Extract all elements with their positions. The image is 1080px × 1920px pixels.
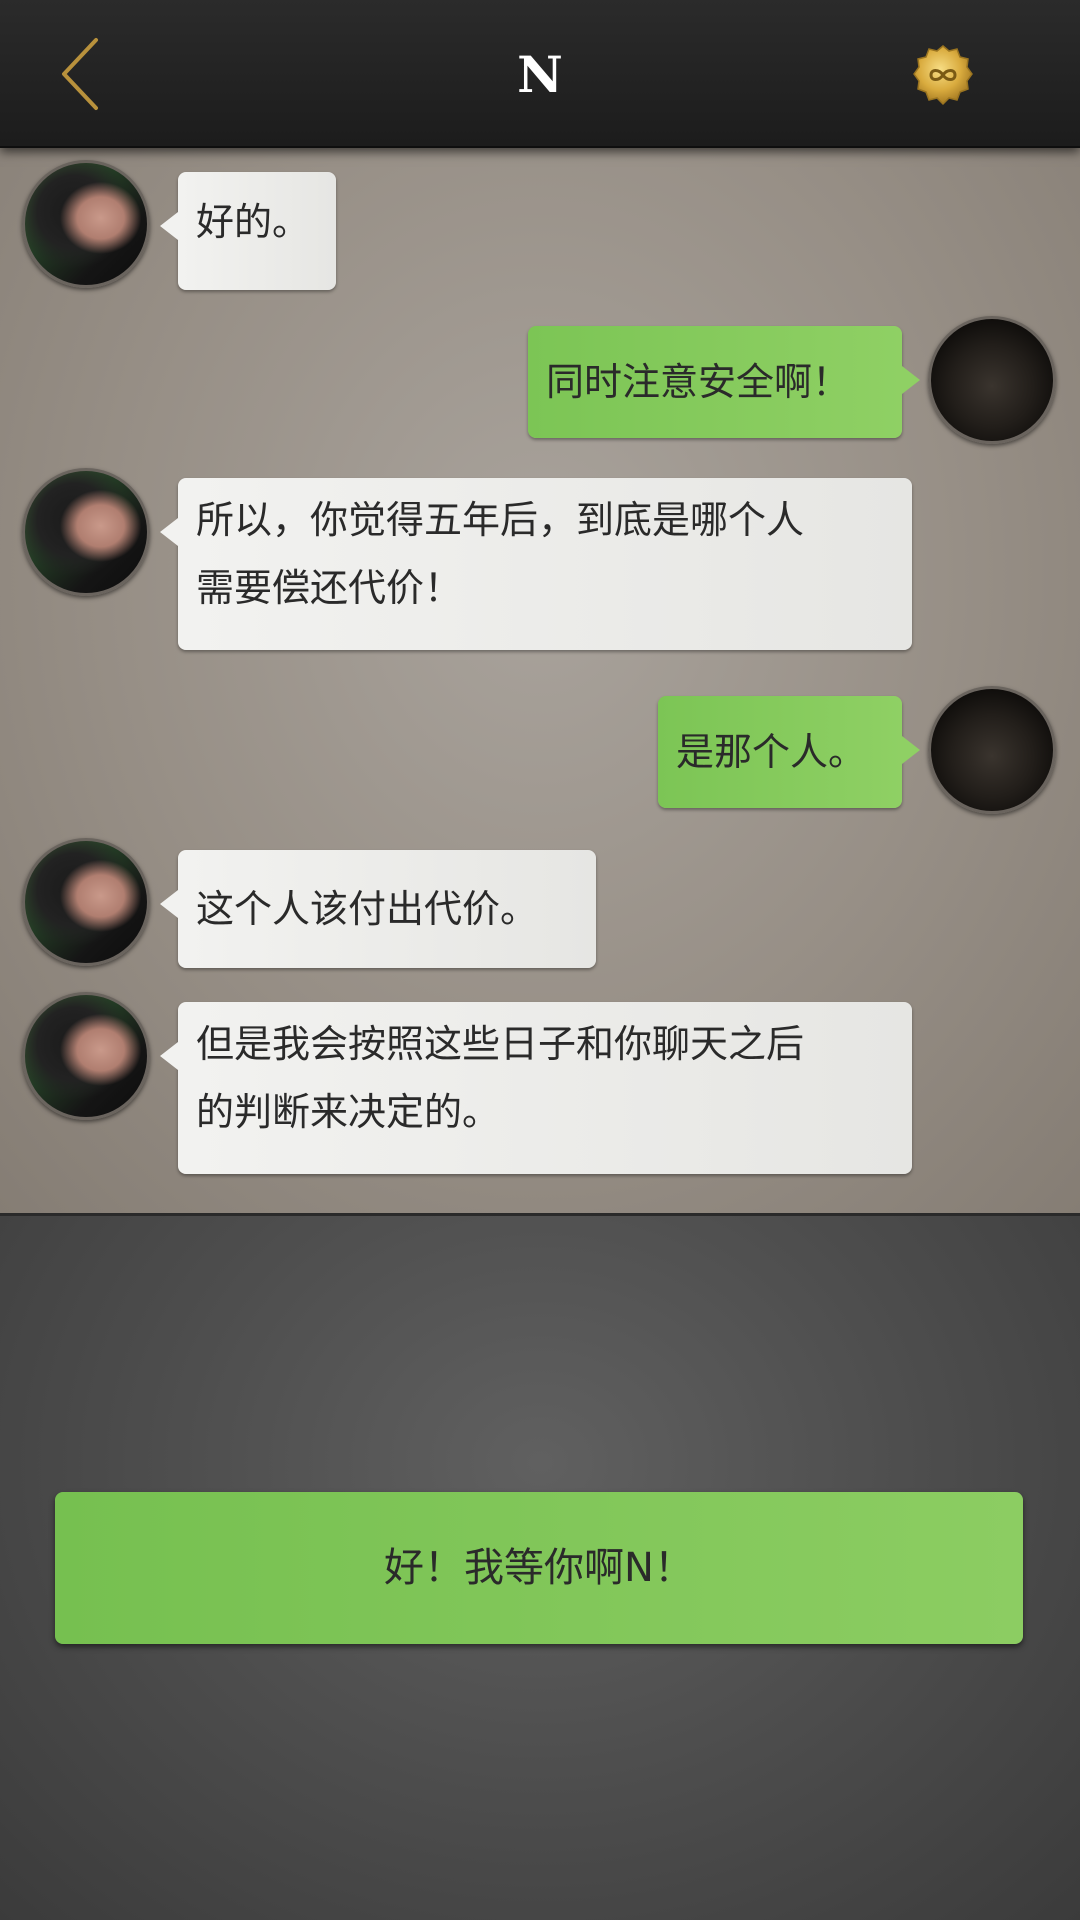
chat-message-list[interactable]: 好的。 同时注意安全啊！ 所以，你觉得五年后，到底是哪个人 需要偿还代价！ 是那…: [0, 148, 1080, 1216]
message-bubble-incoming: 所以，你觉得五年后，到底是哪个人 需要偿还代价！: [160, 478, 912, 650]
message-text: 好的。: [196, 200, 311, 244]
message-text: 这个人该付出代价。: [196, 887, 539, 931]
message-bubble-outgoing: 是那个人。: [658, 696, 920, 808]
message-bubble-incoming: 但是我会按照这些日子和你聊天之后 的判断来决定的。: [160, 1002, 912, 1174]
avatar-n[interactable]: [22, 468, 150, 596]
avatar-n[interactable]: [22, 992, 150, 1120]
infinity-icon: [913, 45, 973, 106]
message-text: 是那个人。: [676, 730, 867, 774]
message-bubble-incoming: 这个人该付出代价。: [160, 850, 596, 968]
message-text-line: 的判断来决定的。: [196, 1090, 501, 1134]
avatar-me[interactable]: [928, 686, 1056, 814]
message-text-line: 但是我会按照这些日子和你聊天之后: [196, 1022, 805, 1066]
message-text: 同时注意安全啊！: [546, 360, 851, 404]
avatar-n[interactable]: [22, 838, 150, 966]
message-bubble-incoming: 好的。: [160, 172, 336, 290]
top-bar: N: [0, 0, 1080, 148]
message-bubble-outgoing: 同时注意安全啊！: [528, 326, 920, 438]
avatar-me[interactable]: [928, 316, 1056, 444]
reply-option-button[interactable]: 好！我等你啊N！: [55, 1492, 1023, 1644]
chat-screen: N 好的。 同时注意安全啊！ 所以，你觉得五年后，到底是哪个人 需要偿还代价！ …: [0, 0, 1080, 1920]
infinity-badge-button[interactable]: [912, 44, 974, 106]
message-text-line: 需要偿还代价！: [196, 566, 463, 610]
message-text-line: 所以，你觉得五年后，到底是哪个人: [196, 498, 805, 542]
avatar-n[interactable]: [22, 160, 150, 288]
